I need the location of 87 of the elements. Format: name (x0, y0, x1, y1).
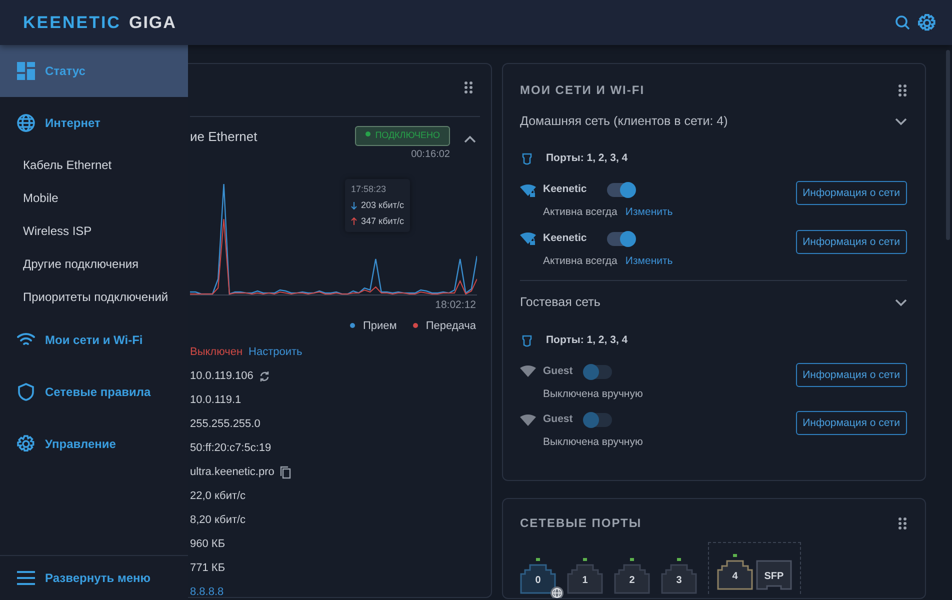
sidebar-subitem[interactable]: Mobile (0, 182, 188, 215)
value-text: 8,20 кбит/с (190, 512, 246, 528)
settings-icon (17, 435, 35, 453)
globe-icon (17, 114, 35, 132)
status-text: Выключен (190, 344, 243, 360)
ports-text: Порты: 1, 2, 3, 4 (546, 151, 628, 166)
sidebar-item[interactable]: Мои сети и Wi-Fi (0, 314, 188, 366)
drag-handle-icon[interactable] (898, 516, 907, 530)
value-text: 10.0.119.106 (190, 368, 254, 384)
ethernet-port[interactable]: 4 (717, 560, 753, 590)
wifi-status-text: Активна всегда (543, 205, 618, 220)
value-text: 22,0 кбит/с (190, 488, 246, 504)
expand-menu-button[interactable]: Развернуть меню (0, 556, 188, 600)
dns-link[interactable]: 8.8.8.8 (190, 584, 224, 600)
sidebar-subitem[interactable]: Другие подключения (0, 248, 188, 281)
wifi-toggle[interactable] (606, 232, 635, 246)
ethernet-port[interactable]: 3 (661, 564, 697, 594)
upload-arrow-icon (351, 217, 357, 226)
search-icon[interactable] (895, 15, 910, 30)
value-text: 10.0.119.1 (190, 392, 242, 408)
chart-time-label: 18:02:12 (435, 298, 476, 313)
value-text: 255.255.255.0 (190, 416, 260, 432)
settings-icon[interactable] (918, 14, 936, 32)
drag-handle-icon[interactable] (898, 84, 907, 96)
sidebar-subitem[interactable]: Кабель Ethernet (0, 149, 188, 182)
sidebar-subitem[interactable]: Wireless ISP (0, 215, 188, 248)
tooltip-upload: 347 кбит/с (361, 214, 404, 228)
value-text: 50:ff:20:c7:5c:19 (190, 440, 272, 456)
model-name: GIGA (128, 12, 176, 34)
wifi-lock-icon (520, 232, 536, 246)
ethernet-port[interactable]: 1 (567, 564, 603, 594)
card-title: СЕТЕВЫЕ ПОРТЫ (520, 515, 642, 532)
network-info-button[interactable]: Информация о сети (796, 362, 907, 386)
network-group-title: Гостевая сеть (520, 294, 600, 312)
wifi-name: Keenetic (543, 230, 587, 246)
wifi-status-text: Активна всегда (543, 254, 618, 269)
wifi-status-text: Выключена вручную (543, 435, 643, 450)
status-badge: ПОДКЛЮЧЕНО (355, 126, 450, 146)
ethernet-port[interactable]: 2 (614, 564, 650, 594)
edit-link[interactable]: Изменить (625, 254, 673, 270)
value-text: ultra.keenetic.pro (190, 464, 274, 480)
sidebar-item[interactable]: Интернет (0, 97, 188, 149)
status-dot-icon (365, 131, 372, 137)
shield-icon (17, 383, 35, 401)
network-info-button[interactable]: Информация о сети (796, 230, 907, 254)
network-info-button[interactable]: Информация о сети (796, 181, 907, 205)
brand-logo-text: KEENETIC (23, 12, 121, 34)
value-text: 771 КБ (190, 560, 226, 576)
expand-caret-icon[interactable] (895, 116, 907, 126)
wifi-name: Guest (543, 364, 573, 379)
sfp-port[interactable]: SFP (756, 560, 792, 590)
port-plug-icon (522, 153, 532, 165)
tooltip-download: 203 кбит/с (361, 199, 404, 212)
copy-icon[interactable] (280, 466, 292, 478)
wifi-status-text: Выключена вручную (543, 386, 643, 402)
drag-handle-icon[interactable] (464, 81, 473, 94)
network-info-button[interactable]: Информация о сети (796, 411, 907, 436)
ethernet-port[interactable]: 0 (520, 564, 556, 594)
sidebar-subitem[interactable]: Приоритеты подключений (0, 281, 188, 314)
sidebar-item[interactable]: Сетевые правила (0, 366, 188, 418)
value-text: 960 КБ (190, 536, 226, 552)
wifi-icon (520, 414, 536, 427)
expand-caret-icon[interactable] (895, 298, 907, 307)
edit-link[interactable]: Изменить (625, 205, 673, 221)
sidebar-item[interactable]: Управление (0, 418, 188, 470)
legend-label: Прием (362, 318, 397, 334)
network-group-title: Домашняя сеть (клиентов в сети: 4) (520, 112, 728, 130)
wifi-name: Guest (543, 412, 573, 428)
wifi-toggle[interactable] (606, 183, 635, 197)
collapse-caret-icon[interactable] (464, 135, 476, 144)
legend-label: Передача (426, 318, 476, 334)
connection-title: ие Ethernet (190, 128, 258, 146)
wifi-toggle[interactable] (584, 364, 612, 378)
ports-text: Порты: 1, 2, 3, 4 (546, 332, 628, 348)
port-plug-icon (522, 334, 532, 346)
card-title: МОИ СЕТИ И WI-FI (520, 82, 645, 99)
download-arrow-icon (351, 202, 357, 210)
uptime-text: 00:16:02 (411, 148, 450, 162)
refresh-icon[interactable] (259, 370, 270, 382)
configure-link[interactable]: Настроить (248, 344, 302, 360)
tooltip-time: 17:58:23 (351, 182, 388, 196)
wifi-name: Keenetic (543, 182, 587, 198)
wifi-icon (520, 365, 536, 378)
wifi-lock-icon (520, 184, 536, 196)
dashboard-icon (17, 62, 35, 80)
wifi-toggle[interactable] (584, 413, 612, 428)
menu-icon (17, 570, 35, 586)
